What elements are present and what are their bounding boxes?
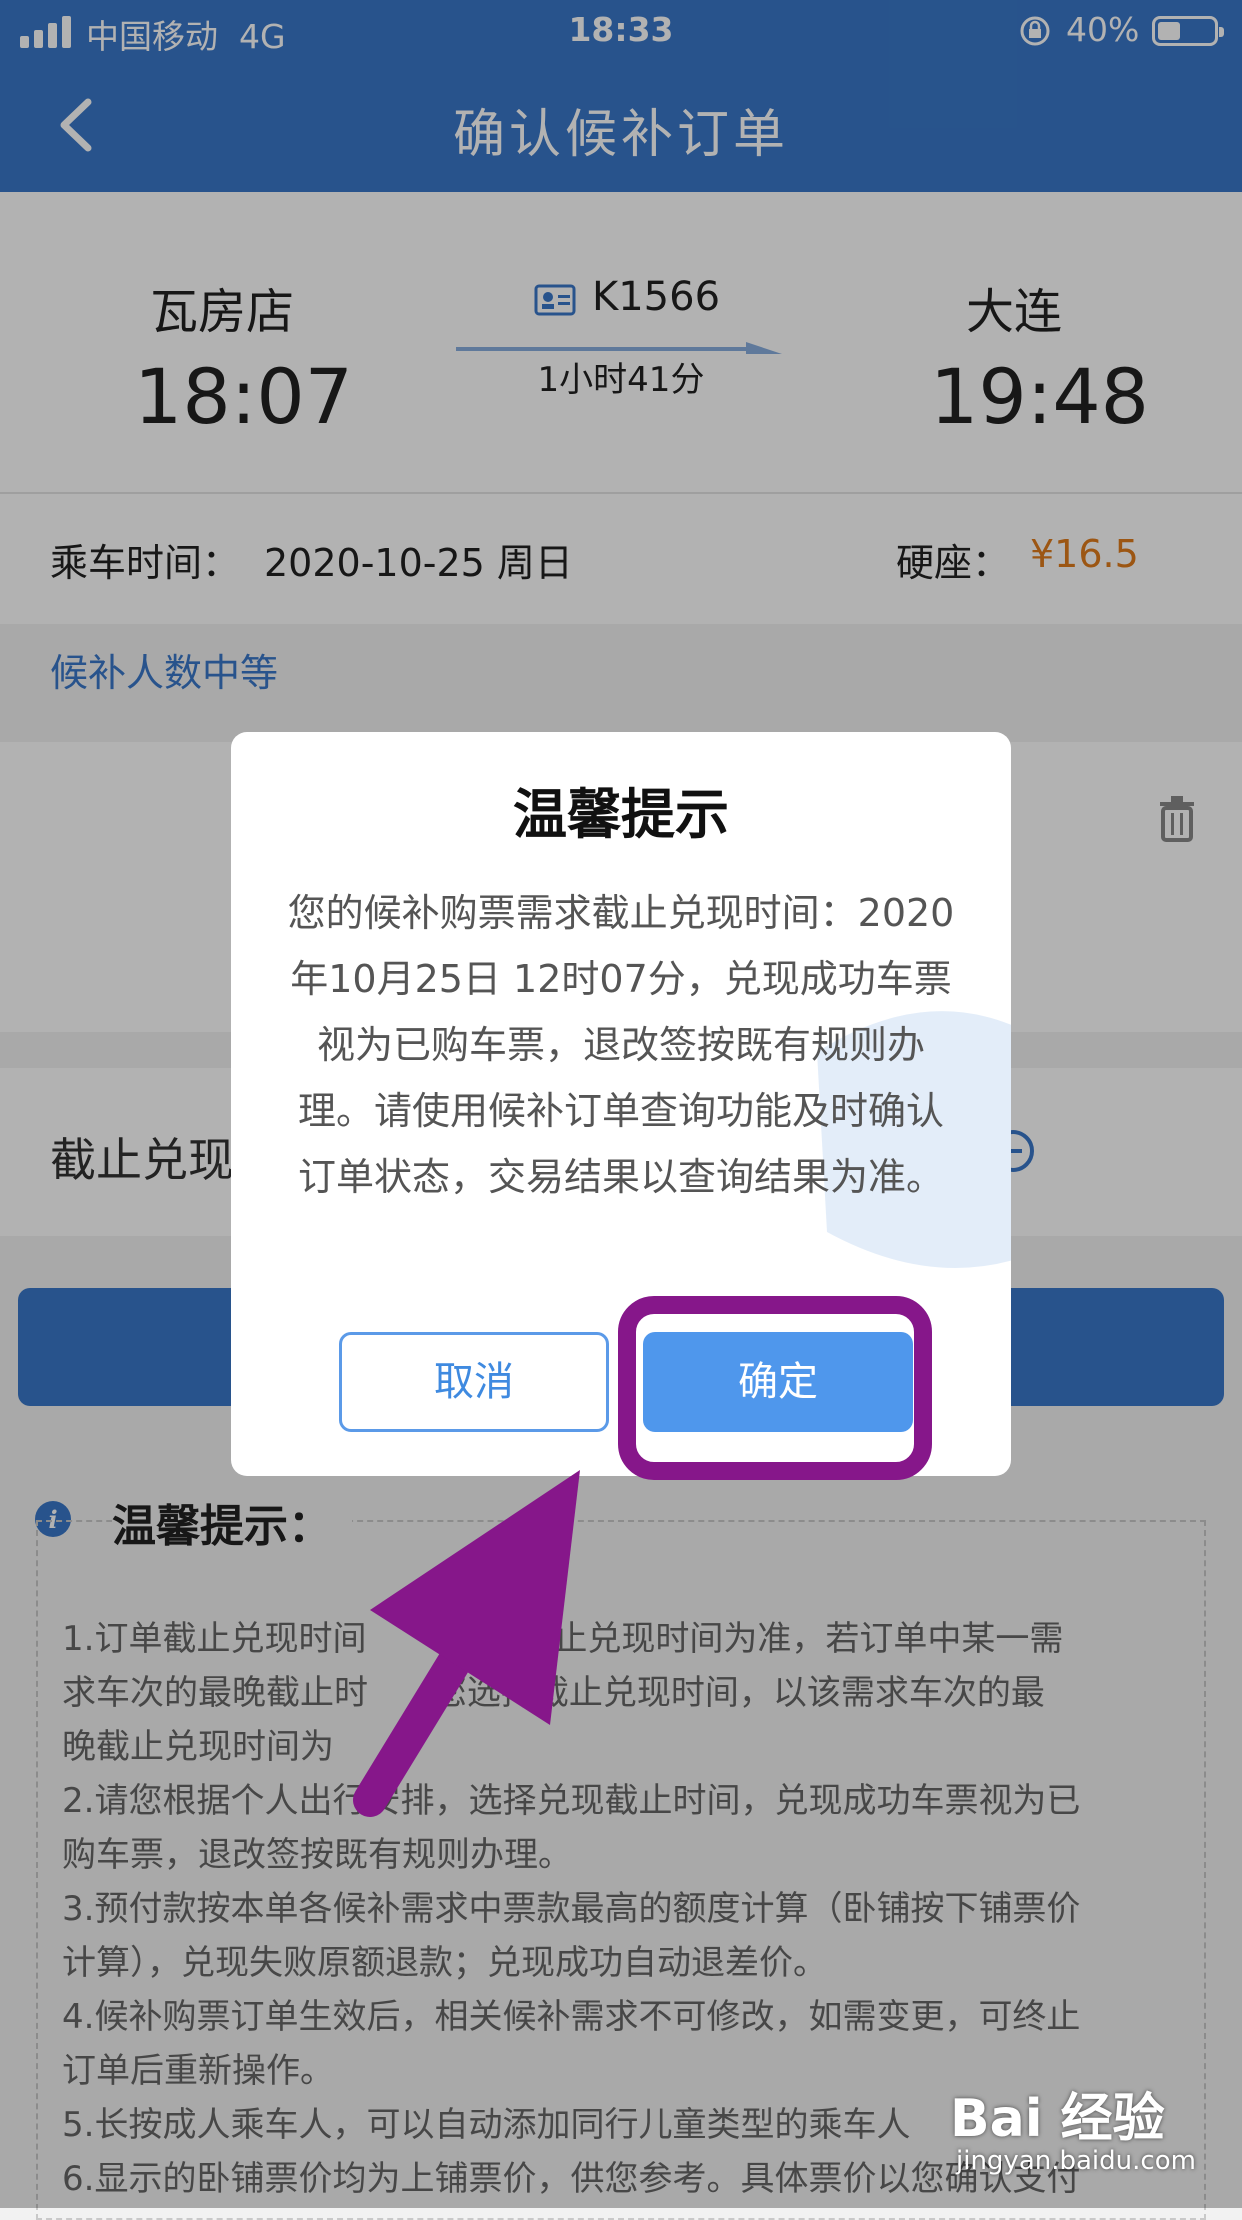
dialog-message: 您的候补购票需求截止兑现时间：2020年10月25日 12时07分，兑现成功车票…	[287, 891, 955, 1199]
cancel-button[interactable]: 取消	[339, 1332, 609, 1432]
highlight-box	[618, 1296, 932, 1480]
watermark: Bai 经验 jingyan.baidu.com	[950, 2076, 1200, 2186]
dialog-title: 温馨提示	[513, 783, 729, 846]
watermark-brand: Bai 经验	[950, 2089, 1165, 2149]
watermark-url: jingyan.baidu.com	[956, 2146, 1196, 2176]
pointer-arrow-icon	[353, 1470, 580, 1817]
